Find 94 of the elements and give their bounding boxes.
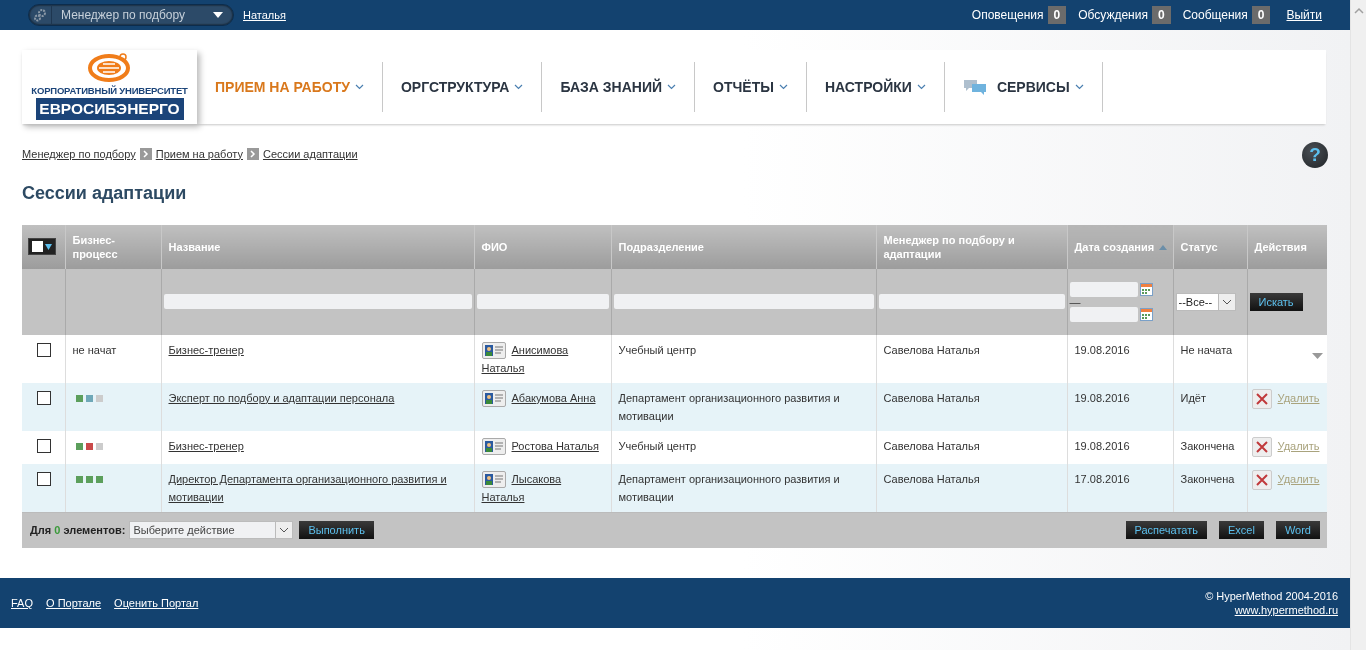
status-text: Не начата	[1180, 343, 1233, 356]
dropdown-arrow-icon[interactable]	[1312, 352, 1323, 359]
session-link[interactable]: Бизнес-тренер	[168, 436, 467, 455]
count-badge: 0	[1047, 5, 1067, 24]
breadcrumb-link[interactable]: Прием на работу	[155, 147, 243, 160]
person-link[interactable]: Анисимова Наталья	[481, 340, 604, 377]
row-checkbox[interactable]	[37, 342, 51, 357]
counter-label[interactable]: Оповещения	[971, 7, 1044, 22]
row-checkbox[interactable]	[37, 471, 51, 486]
footer-link[interactable]: Оценить Портал	[114, 596, 199, 609]
delete-icon[interactable]	[1251, 388, 1272, 409]
row-checkbox[interactable]	[37, 390, 51, 405]
department-text: Учебный центр	[618, 343, 697, 356]
footer-link[interactable]: О Портале	[46, 596, 102, 609]
nav-tab[interactable]: НАСТРОЙКИ	[807, 61, 945, 112]
dropdown-arrow-icon	[213, 11, 223, 18]
chevron-down-icon	[1074, 83, 1084, 90]
status-text: Закончена	[1180, 472, 1235, 485]
sort-ascending-icon	[1159, 244, 1168, 250]
row-checkbox[interactable]	[37, 438, 51, 453]
chevron-down-icon	[667, 83, 677, 90]
action-select[interactable]: Выберите действие	[129, 521, 294, 540]
logo-caption: КОРПОРАТИВНЫЙ УНИВЕРСИТЕТ	[31, 84, 188, 96]
calendar-icon[interactable]	[1139, 307, 1153, 321]
department-text: Учебный центр	[618, 439, 697, 452]
manager-text: Савелова Наталья	[883, 472, 980, 485]
run-button[interactable]: Выполнить	[299, 521, 374, 540]
date-text: 19.08.2016	[1074, 391, 1130, 404]
dropdown-arrow-icon	[45, 243, 52, 250]
nav-tab[interactable]: СЕРВИСЫ	[944, 61, 1103, 112]
range-separator: —	[1069, 296, 1082, 307]
filter-field[interactable]	[613, 294, 874, 310]
chevron-down-icon	[1222, 298, 1233, 305]
export-button[interactable]: Распечатать	[1125, 521, 1207, 540]
filter-field[interactable]	[476, 294, 609, 310]
filter-field[interactable]	[163, 294, 472, 310]
role-select[interactable]: Менеджер по подбору	[28, 3, 234, 26]
help-button[interactable]: ?	[1302, 141, 1328, 168]
delete-icon[interactable]	[1251, 469, 1272, 490]
gear-icon	[33, 7, 47, 22]
user-link[interactable]: Наталья	[243, 8, 286, 21]
calendar-icon[interactable]	[1139, 282, 1153, 296]
breadcrumb-link[interactable]: Сессии адаптации	[262, 147, 358, 160]
delete-icon[interactable]	[1251, 436, 1272, 457]
nav-tab[interactable]: ОРГСТРУКТУРА	[382, 61, 543, 112]
manager-text: Савелова Наталья	[883, 391, 980, 404]
department-text: Департамент организационного развития и мотивации	[618, 472, 840, 503]
search-button[interactable]: Искать	[1249, 292, 1303, 311]
counter-label[interactable]: Сообщения	[1182, 7, 1248, 22]
copyright-text: © HyperMethod 2004-2016	[1205, 588, 1338, 603]
chevron-down-icon	[354, 83, 364, 90]
nav-tab[interactable]: БАЗА ЗНАНИЙ	[542, 61, 696, 112]
breadcrumb-link[interactable]: Менеджер по подбору	[22, 147, 136, 160]
id-card-icon[interactable]	[481, 437, 506, 455]
chevron-down-icon	[514, 83, 524, 90]
logout-link[interactable]: Выйти	[1286, 7, 1322, 22]
selection-count-label: Для 0 элементов:	[30, 524, 126, 537]
chevron-down-icon	[779, 83, 788, 90]
chat-bubbles-icon	[962, 77, 987, 96]
department-text: Департамент организационного развития и мотивации	[618, 391, 840, 422]
footer-link[interactable]: FAQ	[11, 596, 33, 609]
session-link[interactable]: Бизнес-тренер	[168, 340, 467, 359]
export-button[interactable]: Word	[1275, 521, 1320, 540]
counter-label[interactable]: Обсуждения	[1078, 7, 1148, 22]
process-status: не начат	[72, 343, 117, 356]
chevron-right-icon	[139, 147, 152, 160]
date-field[interactable]	[1069, 281, 1138, 297]
logo-emblem-icon	[86, 51, 133, 82]
export-button[interactable]: Excel	[1219, 521, 1264, 540]
select-all-checkbox[interactable]	[28, 238, 56, 256]
chevron-down-icon	[279, 527, 290, 534]
count-badge: 0	[1151, 5, 1171, 24]
date-text: 17.08.2016	[1074, 472, 1130, 485]
status-text: Закончена	[1180, 439, 1235, 452]
page-title: Сессии адаптации	[22, 182, 188, 204]
count-badge: 0	[1251, 5, 1271, 24]
manager-text: Савелова Наталья	[883, 343, 980, 356]
date-text: 19.08.2016	[1074, 439, 1130, 452]
id-card-icon[interactable]	[481, 470, 506, 488]
status-text: Идёт	[1180, 391, 1206, 404]
person-link[interactable]: Ростова Наталья	[481, 436, 604, 455]
status-select[interactable]: --Все--	[1175, 292, 1237, 311]
manager-text: Савелова Наталья	[883, 439, 980, 452]
id-card-icon[interactable]	[481, 341, 506, 359]
id-card-icon[interactable]	[481, 389, 506, 407]
scrollbar[interactable]	[1350, 0, 1366, 650]
filter-field[interactable]	[878, 294, 1065, 310]
logo-title: ЕВРОСИБЭНЕРГО	[35, 97, 184, 120]
chevron-right-icon	[246, 147, 259, 160]
chevron-down-icon	[916, 83, 926, 90]
date-field[interactable]	[1069, 306, 1138, 322]
date-text: 19.08.2016	[1074, 343, 1130, 356]
website-link[interactable]: www.hypermethod.ru	[1234, 602, 1338, 617]
nav-tab[interactable]: ОТЧЁТЫ	[695, 61, 807, 112]
